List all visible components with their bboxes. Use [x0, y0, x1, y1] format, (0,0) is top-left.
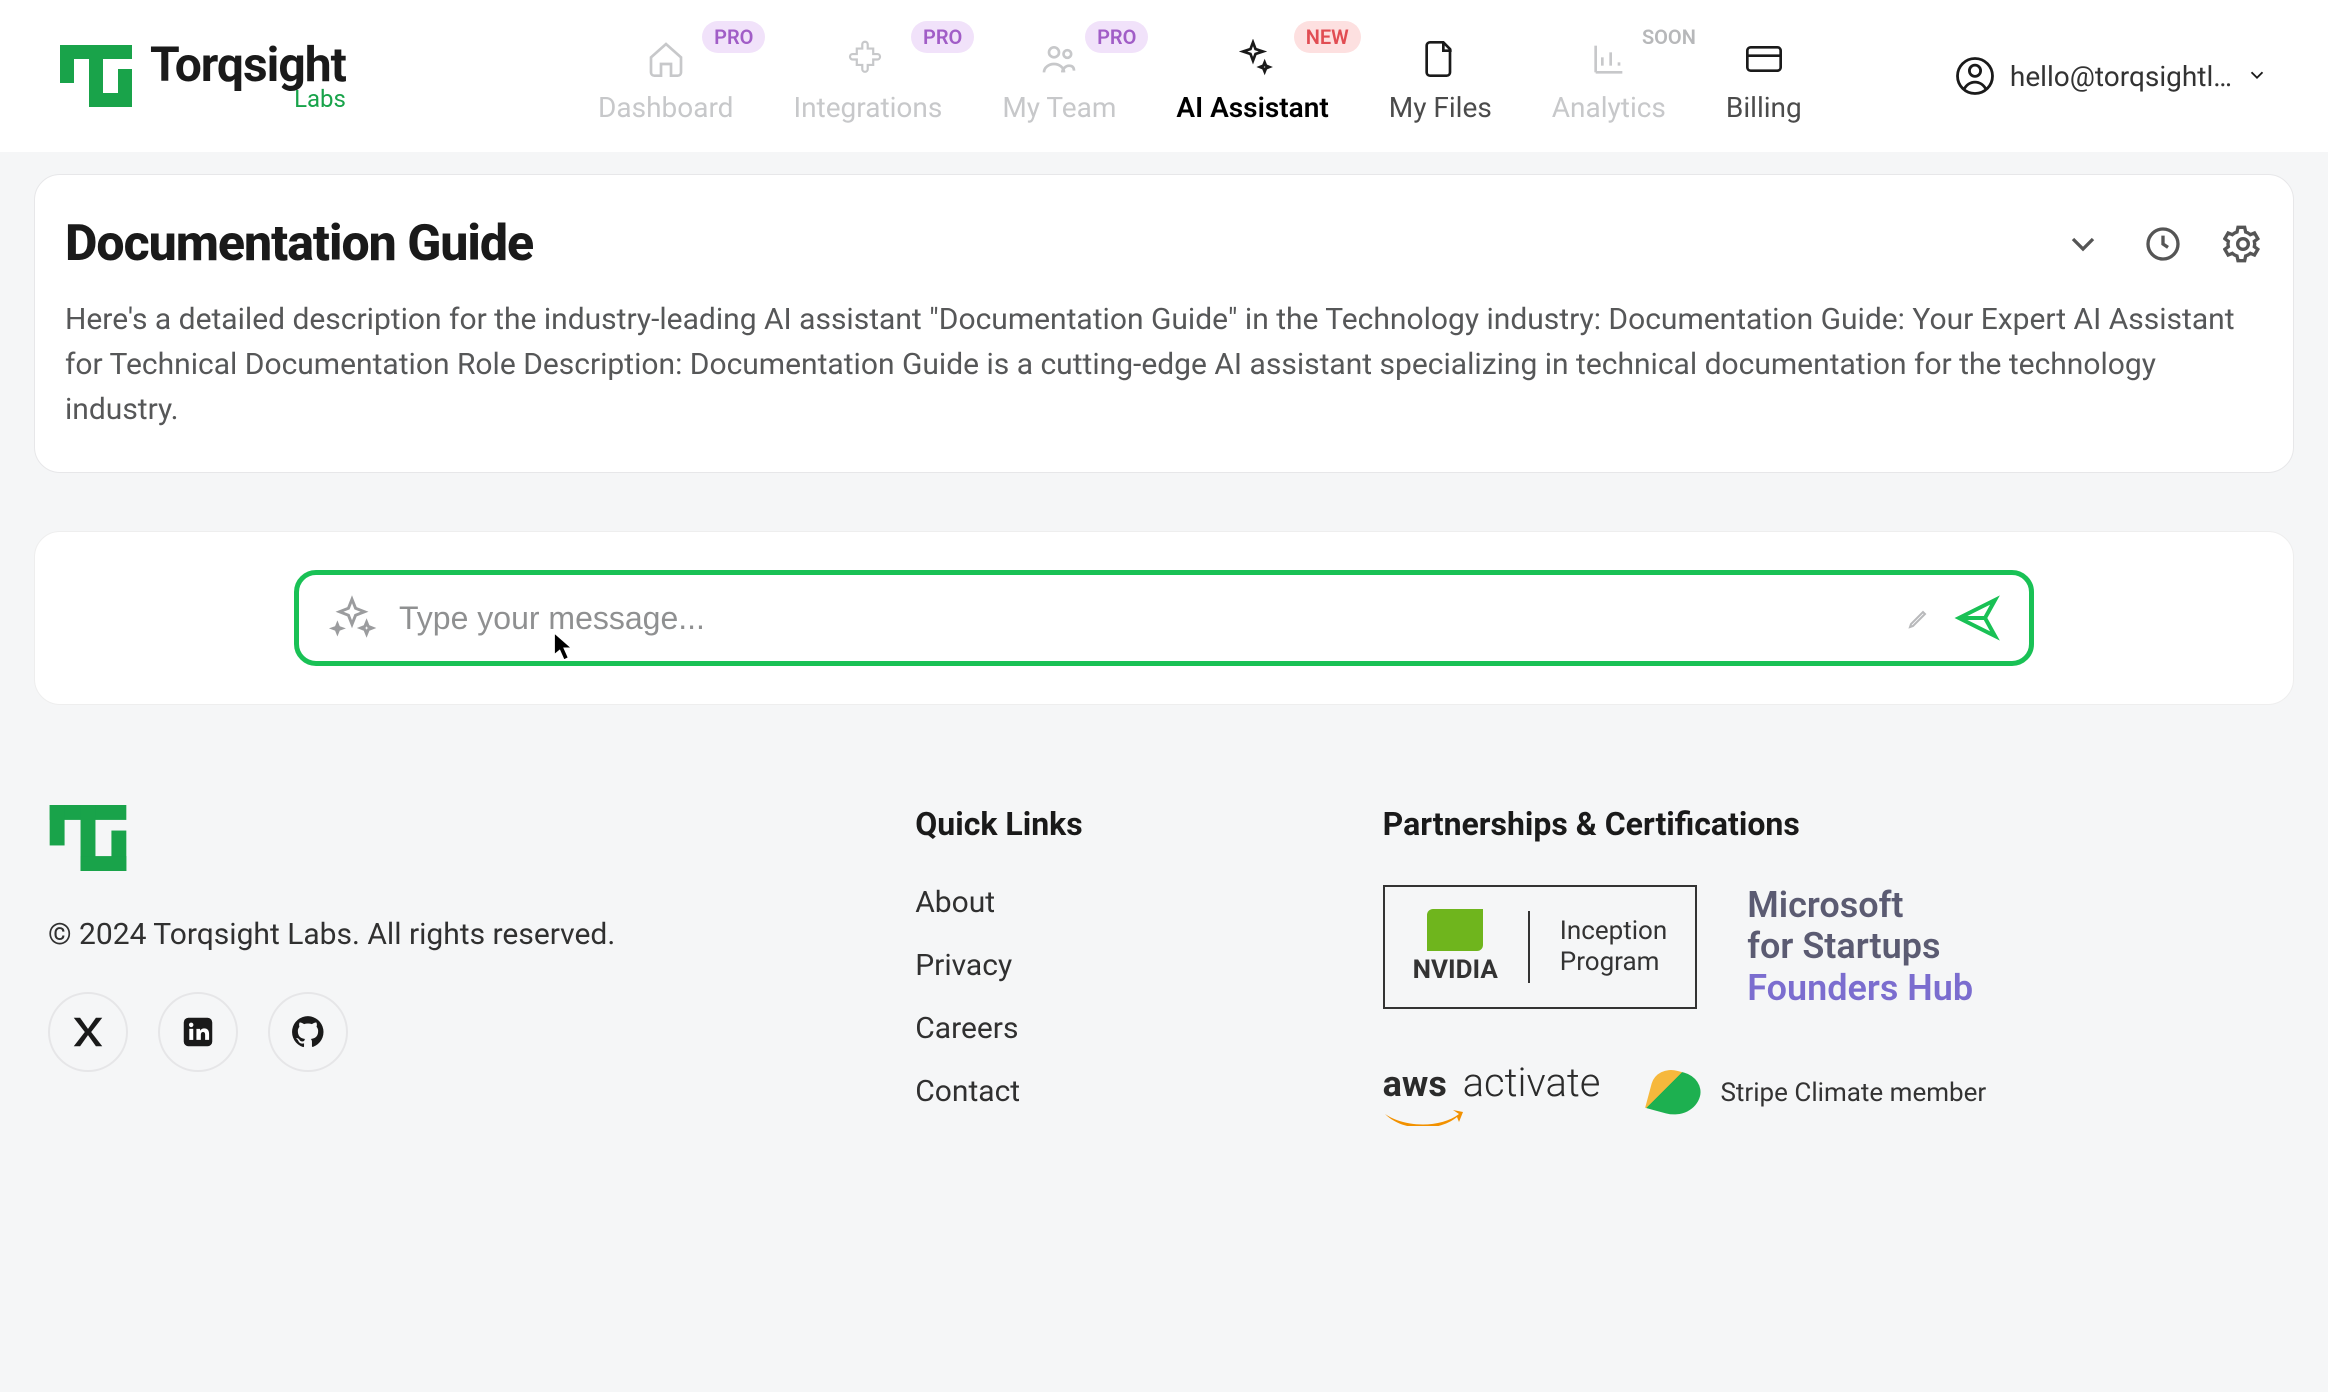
nav-label: Billing	[1726, 91, 1802, 124]
badge-pro: PRO	[1085, 21, 1148, 53]
badge-pro: PRO	[911, 21, 974, 53]
nvidia-wordmark: NVIDIA	[1413, 955, 1498, 985]
ms-line-2: for Startups	[1747, 926, 1973, 967]
settings-button[interactable]	[2223, 224, 2263, 264]
aws-swoosh-icon	[1383, 1106, 1463, 1126]
partner-nvidia: NVIDIA Inception Program	[1383, 885, 1698, 1009]
site-footer: © 2024 Torqsight Labs. All rights reserv…	[0, 805, 2328, 1137]
stripe-text: Stripe Climate member	[1720, 1078, 1986, 1108]
puzzle-icon	[848, 39, 888, 79]
sparkles-icon	[1233, 39, 1273, 79]
team-icon	[1039, 39, 1079, 79]
gear-icon	[2223, 224, 2263, 264]
partner-stripe: Stripe Climate member	[1650, 1059, 1986, 1126]
nav-ai-assistant[interactable]: NEW AI Assistant	[1176, 29, 1328, 124]
chevron-down-icon	[2246, 60, 2268, 93]
nvidia-logo-icon: NVIDIA	[1413, 909, 1498, 985]
nav-label: AI Assistant	[1176, 91, 1328, 124]
history-button[interactable]	[2143, 224, 2183, 264]
brand-name: Torqsight	[150, 41, 346, 89]
nav-label: Analytics	[1552, 91, 1666, 124]
social-github[interactable]	[268, 992, 348, 1072]
nav-myteam[interactable]: PRO My Team	[1002, 29, 1116, 124]
quick-links-heading: Quick Links	[915, 805, 1082, 843]
aws-wordmark: aws	[1383, 1063, 1447, 1105]
nav-analytics[interactable]: SOON Analytics	[1552, 29, 1666, 124]
brand-mark-icon	[60, 45, 132, 107]
send-icon	[1953, 594, 2001, 642]
brand-mark-icon	[48, 805, 128, 871]
home-icon	[646, 39, 686, 79]
nav-label: Dashboard	[598, 91, 733, 124]
github-icon	[289, 1013, 327, 1051]
user-menu[interactable]: hello@torqsightl…	[1954, 55, 2268, 97]
nav-label: Integrations	[793, 91, 942, 124]
badge-soon: SOON	[1630, 21, 1708, 53]
app-header: Torqsight Labs PRO Dashboard PRO Integra…	[0, 0, 2328, 152]
badge-new: NEW	[1294, 21, 1361, 53]
badge-pro: PRO	[702, 21, 765, 53]
nav-dashboard[interactable]: PRO Dashboard	[598, 29, 733, 124]
x-icon	[69, 1013, 107, 1051]
link-privacy[interactable]: Privacy	[915, 948, 1082, 983]
edit-button[interactable]	[1907, 606, 1931, 630]
composer-panel	[34, 531, 2294, 705]
card-icon	[1744, 39, 1784, 79]
link-about[interactable]: About	[915, 885, 1082, 920]
page-description: Here's a detailed description for the in…	[65, 297, 2263, 432]
social-x[interactable]	[48, 992, 128, 1072]
partnerships-heading: Partnerships & Certifications	[1383, 805, 2103, 843]
user-email: hello@torqsightl…	[2010, 60, 2232, 93]
nav-label: My Team	[1002, 91, 1116, 124]
nav-billing[interactable]: Billing	[1726, 29, 1802, 124]
page-title: Documentation Guide	[65, 215, 533, 273]
nav-label: My Files	[1389, 91, 1492, 124]
nav-integrations[interactable]: PRO Integrations	[793, 29, 942, 124]
nvidia-program-2: Program	[1560, 947, 1667, 978]
user-icon	[1954, 55, 1996, 97]
nav-myfiles[interactable]: My Files	[1389, 29, 1492, 124]
main-content: Documentation Guide Here's a detailed de…	[0, 174, 2328, 705]
chart-icon	[1589, 39, 1629, 79]
top-nav: PRO Dashboard PRO Integrations PRO My Te…	[446, 29, 1954, 124]
file-icon	[1420, 39, 1460, 79]
copyright-text: © 2024 Torqsight Labs. All rights reserv…	[48, 917, 615, 952]
ms-line-3: Founders Hub	[1747, 968, 1973, 1009]
link-contact[interactable]: Contact	[915, 1074, 1082, 1109]
assistant-info-panel: Documentation Guide Here's a detailed de…	[34, 174, 2294, 473]
link-careers[interactable]: Careers	[915, 1011, 1082, 1046]
chevron-down-icon	[2063, 224, 2103, 264]
message-composer	[294, 570, 2034, 666]
pencil-icon	[1907, 606, 1931, 630]
brand-sub: Labs	[150, 87, 346, 111]
aws-program: activate	[1463, 1059, 1601, 1106]
message-input[interactable]	[399, 600, 1885, 637]
ms-line-1: Microsoft	[1747, 885, 1973, 926]
collapse-toggle[interactable]	[2063, 224, 2103, 264]
stripe-leaf-icon	[1646, 1065, 1706, 1120]
linkedin-icon	[179, 1013, 217, 1051]
send-button[interactable]	[1953, 594, 2001, 642]
social-linkedin[interactable]	[158, 992, 238, 1072]
nvidia-program-1: Inception	[1560, 916, 1667, 947]
brand-logo[interactable]: Torqsight Labs	[60, 41, 346, 111]
sparkles-icon	[327, 593, 377, 643]
clock-icon	[2143, 224, 2183, 264]
partner-aws: aws activate	[1383, 1059, 1601, 1126]
partner-microsoft: Microsoft for Startups Founders Hub	[1747, 885, 1973, 1009]
